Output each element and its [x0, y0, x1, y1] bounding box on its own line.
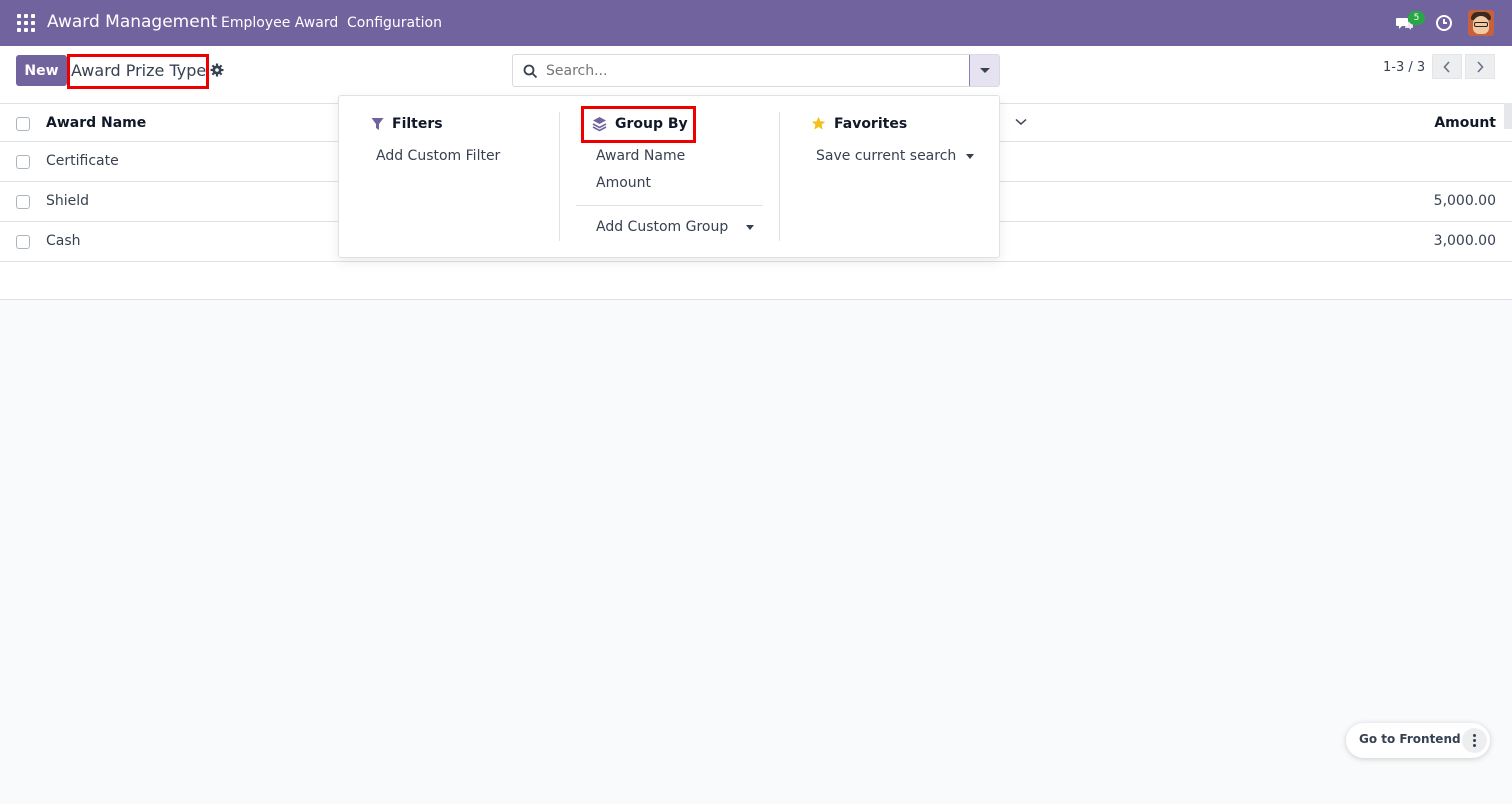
pager-next-button[interactable] [1465, 54, 1495, 79]
search-options-toggle[interactable] [969, 55, 999, 86]
menu-employee-award[interactable]: Employee Award [221, 15, 338, 31]
add-custom-group-select[interactable]: Add Custom Group [596, 219, 728, 235]
search-input[interactable] [546, 61, 966, 81]
search-options-dropdown: Filters Add Custom Filter Group By Award… [338, 95, 1000, 258]
kebab-icon[interactable] [1462, 728, 1487, 753]
cell-amount: 3,000.00 [1433, 233, 1496, 249]
top-navbar: Award Management Employee Award Configur… [0, 0, 1512, 46]
user-avatar[interactable] [1468, 10, 1494, 36]
caret-down-icon[interactable] [966, 154, 974, 159]
star-icon [811, 116, 826, 130]
new-button[interactable]: New [16, 55, 67, 86]
filters-heading: Filters [392, 116, 443, 132]
gear-icon[interactable] [210, 63, 224, 77]
apps-icon[interactable] [17, 14, 35, 32]
column-amount[interactable]: Amount [1434, 115, 1496, 131]
divider [779, 112, 780, 241]
group-by-amount[interactable]: Amount [596, 175, 651, 191]
group-by-heading: Group By [615, 116, 688, 132]
row-checkbox[interactable] [16, 155, 30, 169]
scrollbar[interactable] [1504, 103, 1512, 129]
favorites-heading: Favorites [834, 116, 908, 132]
table-footer [0, 262, 1512, 300]
clock-icon[interactable] [1434, 13, 1454, 33]
search-icon [523, 64, 538, 79]
chevron-right-icon [1477, 61, 1484, 73]
save-current-search[interactable]: Save current search [816, 148, 956, 164]
go-to-frontend-button[interactable]: Go to Frontend [1359, 732, 1461, 746]
row-checkbox[interactable] [16, 195, 30, 209]
group-by-award-name[interactable]: Award Name [596, 148, 685, 164]
caret-down-icon[interactable] [746, 225, 754, 230]
divider [576, 205, 763, 206]
add-custom-filter[interactable]: Add Custom Filter [376, 148, 500, 164]
menu-configuration[interactable]: Configuration [347, 15, 442, 31]
caret-down-icon [980, 68, 990, 73]
divider [559, 112, 560, 241]
cell-award-name: Shield [46, 193, 90, 209]
go-to-frontend-widget: Go to Frontend [1346, 723, 1490, 758]
select-all-checkbox[interactable] [16, 117, 30, 131]
pager-value[interactable]: 1-3 / 3 [1383, 60, 1425, 75]
layers-icon [592, 117, 607, 132]
chevron-down-icon[interactable] [1015, 118, 1027, 126]
breadcrumb-title: Award Prize Type [71, 61, 207, 80]
chat-badge: 5 [1408, 11, 1425, 25]
chevron-left-icon [1443, 61, 1450, 73]
chat-icon[interactable]: 5 [1394, 9, 1425, 37]
column-award-name[interactable]: Award Name [46, 115, 146, 131]
cell-award-name: Cash [46, 233, 81, 249]
row-checkbox[interactable] [16, 235, 30, 249]
pager-previous-button[interactable] [1432, 54, 1462, 79]
search-bar [512, 54, 1000, 87]
navbar-systray: 5 [1394, 9, 1494, 37]
app-title[interactable]: Award Management [47, 12, 217, 32]
cell-amount: 5,000.00 [1433, 193, 1496, 209]
filter-icon [371, 118, 384, 130]
cell-award-name: Certificate [46, 153, 119, 169]
